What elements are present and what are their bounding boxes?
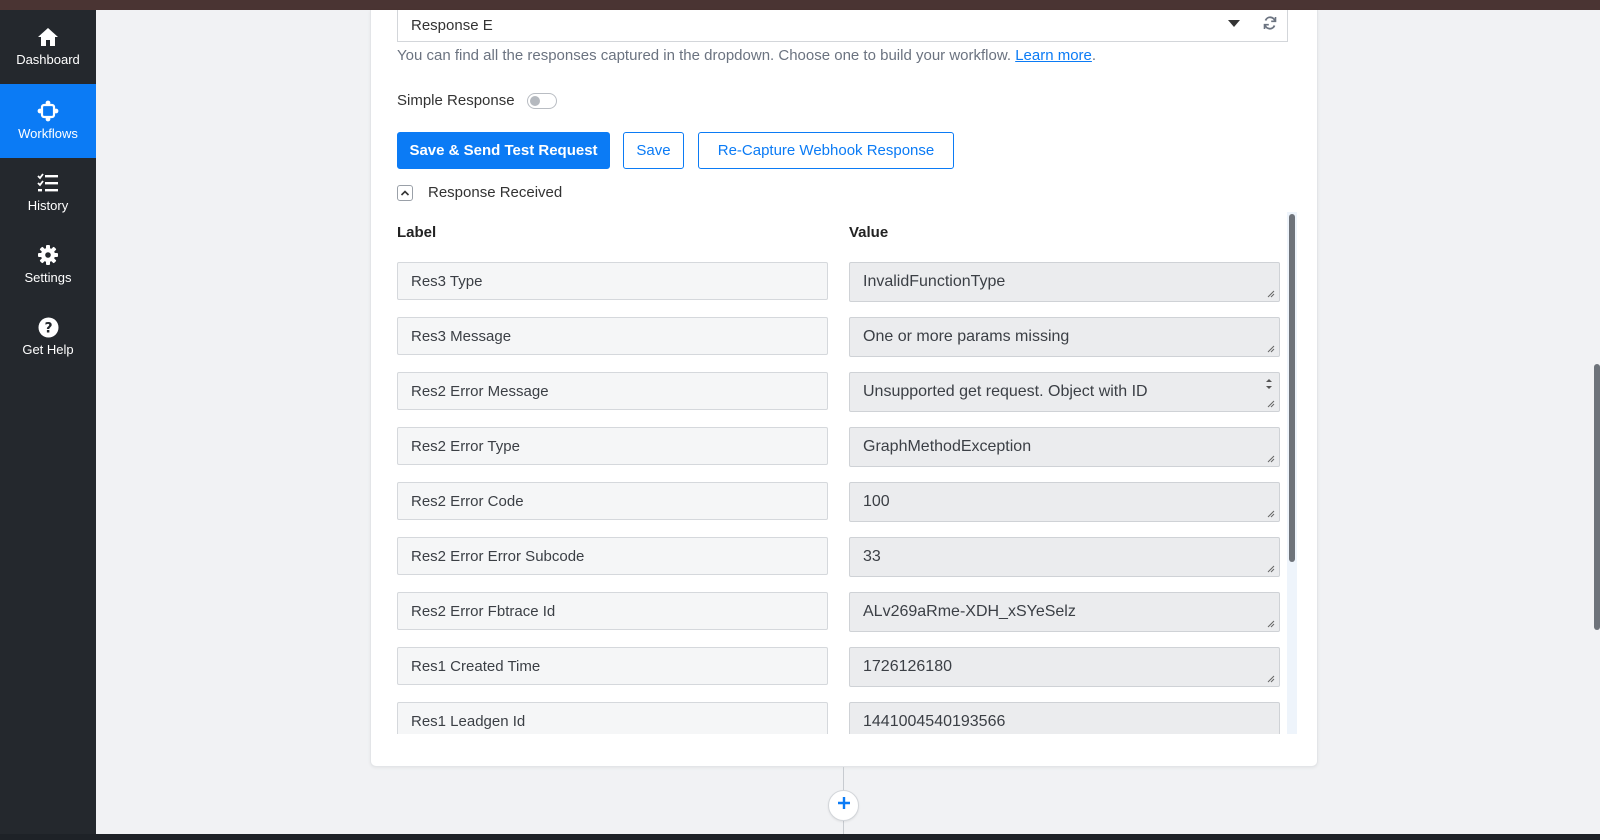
field-value-text: 1726126180: [863, 658, 952, 675]
field-label: Res2 Error Message: [397, 372, 828, 410]
field-value-text: One or more params missing: [863, 328, 1070, 345]
field-row: Res2 Error Code 100: [397, 482, 1281, 522]
plus-icon: [837, 796, 851, 815]
resize-grip-icon[interactable]: [1267, 345, 1275, 353]
field-value-text: GraphMethodException: [863, 438, 1032, 455]
field-label: Res3 Message: [397, 317, 828, 355]
add-step-button[interactable]: [828, 790, 859, 821]
simple-response-row: Simple Response: [397, 92, 557, 109]
workflow-icon: [37, 100, 59, 122]
sidebar-item-settings[interactable]: Settings: [0, 228, 96, 302]
resize-grip-icon[interactable]: [1267, 455, 1275, 463]
sidebar-item-label: Dashboard: [16, 52, 80, 67]
field-label: Res3 Type: [397, 262, 828, 300]
caret-down-icon: [1228, 20, 1240, 27]
chevron-up-icon: [397, 184, 413, 201]
field-value[interactable]: 1726126180: [849, 647, 1280, 687]
field-value[interactable]: 100: [849, 482, 1280, 522]
refresh-responses-button[interactable]: [1252, 10, 1288, 42]
sidebar: Dashboard Workflows History Settings ? G…: [0, 10, 96, 834]
help-icon: ?: [37, 316, 59, 338]
field-value[interactable]: 1441004540193566: [849, 702, 1280, 734]
toggle-knob: [529, 95, 540, 106]
history-list-icon: [37, 172, 59, 194]
field-value-text: ALv269aRme-XDH_xSYeSelz: [863, 603, 1076, 620]
field-row: Res1 Created Time 1726126180: [397, 647, 1281, 687]
field-label: Res1 Leadgen Id: [397, 702, 828, 734]
field-row: Res2 Error Error Subcode 33: [397, 537, 1281, 577]
field-value-text: InvalidFunctionType: [863, 273, 1006, 290]
response-helper-text: You can find all the responses captured …: [397, 46, 1096, 66]
helper-suffix: .: [1091, 47, 1097, 64]
sidebar-item-label: History: [27, 198, 69, 213]
field-value[interactable]: 33: [849, 537, 1280, 577]
field-value[interactable]: InvalidFunctionType: [849, 262, 1280, 302]
field-value[interactable]: GraphMethodException: [849, 427, 1280, 467]
recapture-webhook-button[interactable]: Re-Capture Webhook Response: [698, 132, 954, 169]
field-value-text: 1441004540193566: [863, 713, 1006, 730]
svg-text:?: ?: [44, 320, 52, 336]
response-received-toggle[interactable]: Response Received: [397, 184, 562, 201]
learn-more-link[interactable]: Learn more: [1015, 47, 1092, 64]
field-row: Res2 Error Fbtrace Id ALv269aRme-XDH_xSY…: [397, 592, 1281, 632]
field-value[interactable]: ALv269aRme-XDH_xSYeSelz: [849, 592, 1280, 632]
field-label: Res2 Error Type: [397, 427, 828, 465]
simple-response-label: Simple Response: [397, 92, 515, 109]
response-fields-list[interactable]: Res3 Type InvalidFunctionType Res3 Messa…: [397, 212, 1281, 734]
resize-grip-icon[interactable]: [1267, 510, 1275, 518]
response-select[interactable]: Response E: [397, 10, 1253, 42]
browser-top-bar: [0, 0, 1600, 10]
field-row: Res1 Leadgen Id 1441004540193566: [397, 702, 1281, 734]
page-scrollbar-thumb[interactable]: [1594, 364, 1600, 630]
resize-grip-icon[interactable]: [1267, 620, 1275, 628]
field-label: Res2 Error Fbtrace Id: [397, 592, 828, 630]
resize-grip-icon[interactable]: [1267, 400, 1275, 408]
field-label: Res1 Created Time: [397, 647, 828, 685]
sidebar-item-label: Settings: [24, 270, 72, 285]
save-button[interactable]: Save: [623, 132, 684, 169]
field-row: Res3 Message One or more params missing: [397, 317, 1281, 357]
textarea-spinner-icon[interactable]: [1265, 377, 1273, 391]
field-label: Res2 Error Code: [397, 482, 828, 520]
response-received-title: Response Received: [428, 184, 563, 201]
field-value[interactable]: One or more params missing: [849, 317, 1280, 357]
fields-scrollbar-thumb[interactable]: [1289, 214, 1295, 562]
field-value-text: 33: [863, 548, 881, 565]
sidebar-item-label: Get Help: [22, 342, 74, 357]
resize-grip-icon[interactable]: [1267, 565, 1275, 573]
sidebar-item-dashboard[interactable]: Dashboard: [0, 10, 96, 84]
field-value[interactable]: Unsupported get request. Object with ID: [849, 372, 1280, 412]
sidebar-item-history[interactable]: History: [0, 156, 96, 230]
simple-response-toggle[interactable]: [526, 92, 557, 109]
refresh-icon: [1263, 16, 1277, 35]
save-and-send-test-button[interactable]: Save & Send Test Request: [397, 132, 610, 169]
helper-text: You can find all the responses captured …: [397, 47, 1012, 64]
response-select-value: Response E: [411, 17, 493, 34]
field-row: Res3 Type InvalidFunctionType: [397, 262, 1281, 302]
gear-icon: [37, 244, 59, 266]
fields-scrollbar[interactable]: [1287, 212, 1297, 734]
resize-grip-icon[interactable]: [1267, 290, 1275, 298]
sidebar-item-label: Workflows: [18, 126, 78, 141]
home-icon: [37, 26, 59, 48]
field-label: Res2 Error Error Subcode: [397, 537, 828, 575]
sidebar-item-workflows[interactable]: Workflows: [0, 84, 96, 158]
field-row: Res2 Error Message Unsupported get reque…: [397, 372, 1281, 412]
sidebar-item-get-help[interactable]: ? Get Help: [0, 300, 96, 374]
field-row: Res2 Error Type GraphMethodException: [397, 427, 1281, 467]
browser-bottom-bar: [0, 834, 1600, 840]
field-value-text: Unsupported get request. Object with ID: [863, 383, 1148, 400]
resize-grip-icon[interactable]: [1267, 675, 1275, 683]
field-value-text: 100: [863, 493, 890, 510]
